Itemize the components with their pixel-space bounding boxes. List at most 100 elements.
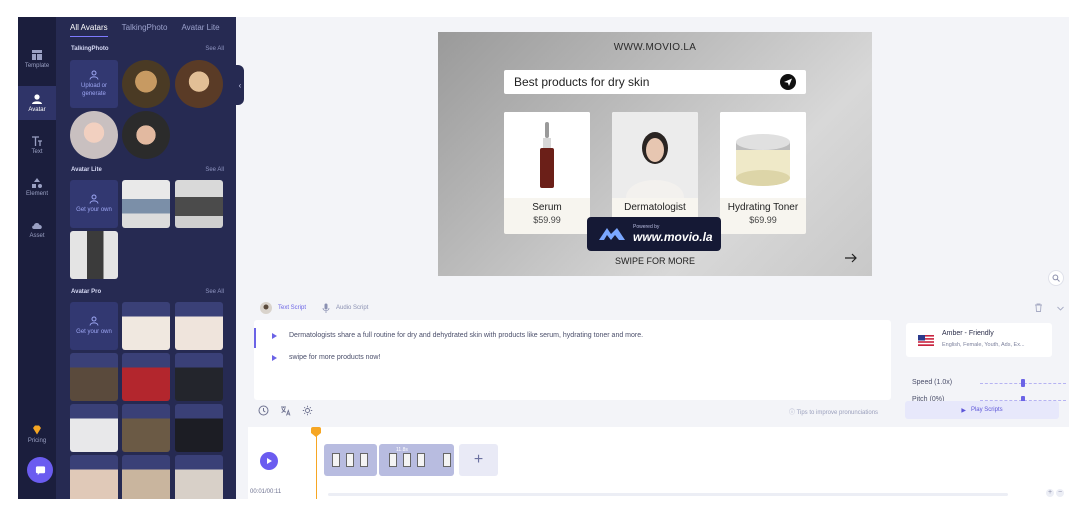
script-toolbar [258, 405, 324, 416]
avatar-shakespeare[interactable] [175, 60, 223, 108]
clip-frame [389, 453, 397, 467]
rail-element[interactable]: Element [18, 170, 56, 204]
chat-icon [35, 465, 45, 475]
talking-photo-see-all[interactable]: See All [205, 46, 224, 52]
tab-talking-photo[interactable]: TalkingPhoto [122, 23, 168, 37]
chevron-down-icon[interactable] [1056, 304, 1065, 313]
zoom-button[interactable] [1048, 270, 1064, 286]
avatar-pro-4[interactable] [122, 353, 170, 401]
play-scripts-label: Play Scripts [970, 407, 1003, 413]
rail-avatar[interactable]: Avatar [18, 86, 56, 120]
timeline-play-button[interactable] [260, 452, 278, 470]
chat-button[interactable] [27, 457, 53, 483]
avatar-pro-6[interactable] [70, 404, 118, 452]
tab-text-script[interactable]: Text Script [260, 302, 306, 314]
tab-audio-script[interactable]: Audio Script [322, 303, 368, 313]
timeline-time: 00:01/00:11 [250, 489, 282, 495]
script-editor[interactable]: Dermatologists share a full routine for … [254, 320, 891, 400]
microphone-icon [322, 303, 330, 313]
product-name: Dermatologist [624, 202, 686, 213]
timeline-clip-2[interactable] [379, 444, 454, 476]
clip-frame [346, 453, 354, 467]
avatar-lite-get-own-label: Get your own [76, 206, 112, 213]
playhead-line [316, 427, 317, 499]
rail-template[interactable]: Template [18, 42, 56, 76]
play-scripts-button[interactable]: ▶ Play Scripts [905, 401, 1059, 419]
rail-text[interactable]: Text [18, 128, 56, 162]
template-icon [32, 50, 42, 60]
tab-text-script-label: Text Script [278, 305, 307, 311]
cloud-icon [32, 222, 42, 229]
swipe-text: SWIPE FOR MORE [614, 256, 695, 266]
element-icon [32, 178, 42, 188]
product-card-dermatologist: Dermatologist [612, 112, 698, 234]
script-line-2-text: swipe for more products now! [289, 354, 381, 361]
avatar-thumb-icon [260, 302, 272, 314]
rail-pricing[interactable]: Pricing [18, 417, 56, 451]
play-line-icon[interactable] [272, 332, 277, 339]
tab-all-avatars[interactable]: All Avatars [70, 23, 108, 37]
timeline-scrollbar[interactable] [328, 493, 1008, 496]
avatar-blonde-woman[interactable] [70, 111, 118, 159]
timeline-clip-1[interactable] [324, 444, 377, 476]
avatar-pro-5[interactable] [175, 353, 223, 401]
editor-app: Template Avatar Text Element Asset Prici… [18, 17, 1069, 499]
timeline-zoom-in[interactable]: + [1046, 489, 1054, 497]
product-card-serum: Serum $59.99 [504, 112, 590, 234]
avatar-lite-office-1[interactable] [122, 180, 170, 228]
sun-icon[interactable] [302, 405, 313, 416]
arrow-right-icon [845, 253, 857, 263]
product-price: $69.99 [749, 215, 777, 225]
timeline: 11.8s + + − 00:01/00:11 [248, 427, 1069, 499]
voice-selector[interactable]: Amber - Friendly English, Female, Youth,… [906, 323, 1052, 357]
avatar-pro-1[interactable] [122, 302, 170, 350]
movio-logo-icon [599, 228, 625, 240]
diamond-icon [33, 425, 41, 435]
person-add-icon [89, 70, 99, 80]
avatar-pro-3[interactable] [70, 353, 118, 401]
panel-collapse-handle[interactable]: ‹ [236, 65, 244, 105]
canvas-search-text: Best products for dry skin [514, 75, 650, 89]
playhead-handle[interactable] [311, 427, 321, 437]
avatar-lite-see-all[interactable]: See All [205, 167, 224, 173]
avatar-pro-see-all[interactable]: See All [205, 289, 224, 295]
avatar-pro-title: Avatar Pro [71, 289, 102, 295]
play-line-icon[interactable] [272, 354, 277, 361]
tab-avatar-lite[interactable]: Avatar Lite [181, 23, 219, 37]
trash-icon[interactable] [1034, 303, 1043, 312]
avatar-pro-2[interactable] [175, 302, 223, 350]
upload-generate-tile[interactable]: Upload or generate [70, 60, 118, 108]
avatar-lite-office-2[interactable] [175, 180, 223, 228]
play-icon: ▶ [961, 407, 966, 414]
avatar-pro-11[interactable] [175, 455, 223, 499]
product-name: Hydrating Toner [727, 202, 799, 213]
person-add-icon [89, 316, 99, 326]
pronunciation-tips-link[interactable]: ⓘ Tips to improve pronunciations [789, 407, 878, 416]
translate-icon[interactable] [280, 405, 291, 416]
send-icon [780, 74, 796, 90]
avatar-pro-7[interactable] [122, 404, 170, 452]
product-price: $59.99 [533, 215, 561, 225]
product-card-toner: Hydrating Toner $69.99 [720, 112, 806, 234]
talking-photo-title: TalkingPhoto [71, 46, 109, 52]
avatar-pro-8[interactable] [175, 404, 223, 452]
avatar-lite-standing[interactable] [70, 231, 118, 279]
timeline-zoom-out[interactable]: − [1056, 489, 1064, 497]
rail-asset[interactable]: Asset [18, 212, 56, 246]
rail-pricing-label: Pricing [27, 438, 47, 444]
rail-text-label: Text [31, 149, 43, 155]
avatar-young-man[interactable] [122, 111, 170, 159]
avatar-pro-9[interactable] [70, 455, 118, 499]
script-line-2[interactable]: swipe for more products now! [272, 354, 380, 361]
add-scene-button[interactable]: + [459, 444, 498, 476]
clock-icon[interactable] [258, 405, 269, 416]
avatar-pro-get-own[interactable]: Get your own [70, 302, 118, 350]
video-canvas[interactable]: WWW.MOVIO.LA Best products for dry skin … [438, 32, 872, 276]
script-line-1[interactable]: Dermatologists share a full routine for … [272, 332, 643, 339]
left-rail: Template Avatar Text Element Asset Prici… [18, 17, 56, 499]
avatar-pro-10[interactable] [122, 455, 170, 499]
speed-slider-handle[interactable] [1021, 379, 1025, 387]
person-add-icon [89, 194, 99, 204]
avatar-mona-lisa[interactable] [122, 60, 170, 108]
avatar-lite-get-own[interactable]: Get your own [70, 180, 118, 228]
